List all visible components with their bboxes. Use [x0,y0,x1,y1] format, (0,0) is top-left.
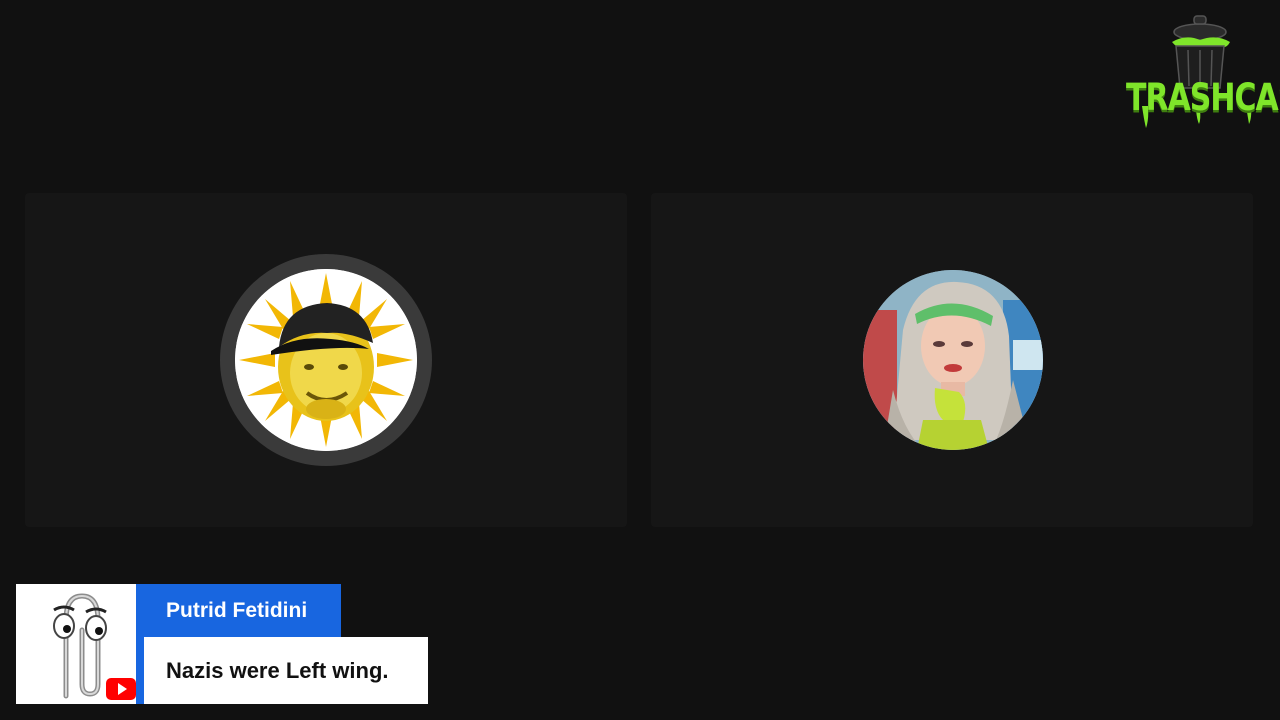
trashcast-logo: TRASHCAST [1126,10,1280,132]
cosplay-portrait-avatar [863,270,1043,450]
stream-stage: TRASHCAST [0,0,1280,720]
youtube-icon [106,678,136,700]
chat-username: Putrid Fetidini [136,584,341,637]
chat-message-text: Nazis were Left wing. [144,637,428,704]
speaking-indicator-ring [220,254,432,466]
participant-tile-right[interactable] [651,193,1253,527]
participant-tile-left[interactable] [25,193,627,527]
sun-face-avatar [235,269,417,451]
logo-text: TRASHCAST [1126,76,1280,120]
paperclip-avatar [16,584,136,704]
